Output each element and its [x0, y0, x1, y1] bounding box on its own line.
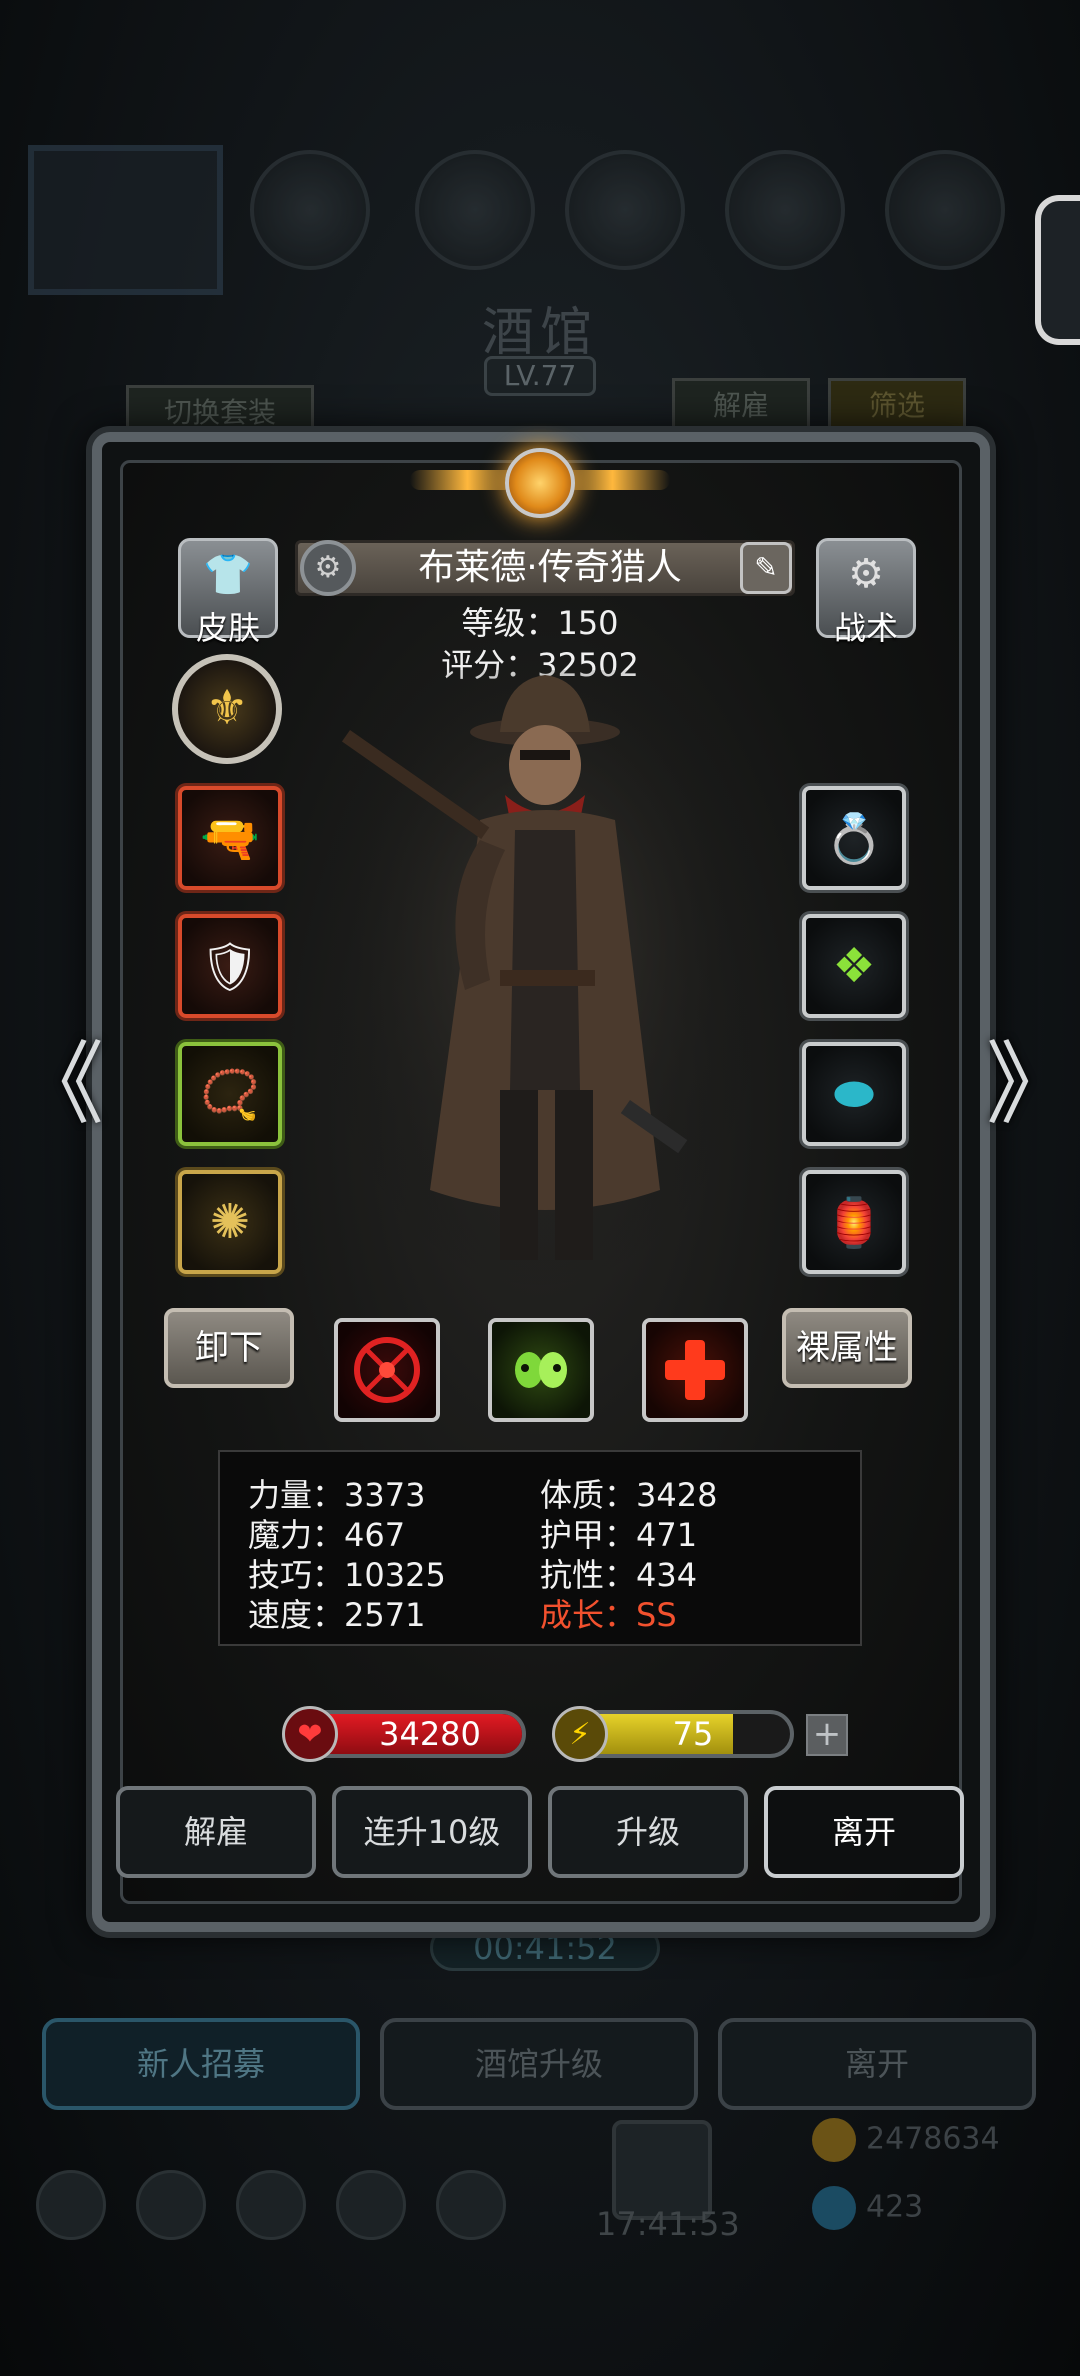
feature-icon-3 — [565, 150, 685, 270]
previous-hero-arrow-icon[interactable]: 《 — [14, 1035, 104, 1135]
red-cross-icon — [665, 1340, 725, 1400]
gear-icon: ⚙ — [848, 551, 884, 597]
skin-label: 皮肤 — [195, 609, 260, 647]
energy-value: 75 — [672, 1715, 714, 1753]
lantern-slot[interactable]: 🏮 — [802, 1170, 906, 1274]
menu-icon-5 — [436, 2170, 506, 2240]
gem-counter: 423 — [812, 2186, 923, 2230]
tactics-label: 战术 — [833, 609, 898, 647]
weapon-slot[interactable]: 🔫 — [178, 786, 282, 890]
add-energy-button[interactable]: + — [806, 1714, 848, 1756]
crystal-slot[interactable]: ❖ — [802, 914, 906, 1018]
skill-slot-2[interactable] — [488, 1318, 594, 1422]
red-target-icon — [354, 1337, 420, 1403]
stat-growth: 成长：SS — [540, 1596, 677, 1634]
gem-icon — [812, 2186, 856, 2230]
stat-speed: 速度：2571 — [248, 1596, 426, 1634]
ring-icon: 💍 — [824, 810, 884, 867]
skill-slot-1[interactable] — [334, 1318, 440, 1422]
level-up-button[interactable]: 升级 — [548, 1786, 748, 1878]
pistol-icon: 🔫 — [200, 810, 260, 867]
hero-portrait — [330, 670, 750, 1290]
tavern-level: LV.77 — [484, 356, 596, 396]
dismiss-button[interactable]: 解雇 — [116, 1786, 316, 1878]
heart-icon: ❤ — [282, 1706, 338, 1762]
coin-icon — [812, 2118, 856, 2162]
tavern-upgrade-button: 酒馆升级 — [380, 2018, 698, 2110]
tavern-title: 酒馆 — [481, 303, 598, 363]
menu-icon-4 — [336, 2170, 406, 2240]
dismiss-tab: 解雇 — [672, 378, 810, 434]
feature-icon-1 — [250, 150, 370, 270]
hero-name: 布莱德·传奇猎人 — [418, 547, 682, 588]
rename-edit-icon[interactable]: ✎ — [740, 542, 792, 594]
top-emblem-icon — [410, 440, 670, 520]
gem-slot[interactable]: ⬬ — [802, 1042, 906, 1146]
lantern-icon: 🏮 — [824, 1194, 884, 1251]
cyan-gem-icon: ⬬ — [833, 1065, 875, 1122]
feature-icon-5 — [885, 150, 1005, 270]
green-crystal-icon: ❖ — [832, 938, 876, 994]
amulet-icon: 📿 — [200, 1066, 260, 1123]
clock-text: 17:41:53 — [596, 2205, 740, 2243]
medallion-icon: ✺ — [209, 1194, 251, 1250]
menu-icon-2 — [136, 2170, 206, 2240]
bare-attributes-button[interactable]: 裸属性 — [782, 1308, 912, 1388]
feature-icon-4 — [725, 150, 845, 270]
tavern-leave-button: 离开 — [718, 2018, 1036, 2110]
shirt-swap-icon: 👕 — [203, 552, 253, 598]
armor-slot[interactable]: 🛡 — [178, 914, 282, 1018]
armor-icon: 🛡 — [199, 938, 261, 995]
hero-settings-icon[interactable]: ⚙ — [300, 540, 356, 596]
next-hero-arrow-icon[interactable]: 》 — [986, 1035, 1076, 1135]
level-up-10-button[interactable]: 连升10级 — [332, 1786, 532, 1878]
amulet-slot[interactable]: 📿 — [178, 1042, 282, 1146]
ring-slot[interactable]: 💍 — [802, 786, 906, 890]
top-feature-icons — [0, 150, 1080, 290]
hp-value: 34280 — [379, 1715, 481, 1753]
feature-icon-2 — [415, 150, 535, 270]
leave-button[interactable]: 离开 — [764, 1786, 964, 1878]
skill-slot-3[interactable] — [642, 1318, 748, 1422]
new-recruit-button: 新人招募 — [42, 2018, 360, 2110]
class-badge-icon[interactable]: ⚜ — [172, 654, 282, 764]
green-skulls-icon — [515, 1352, 567, 1388]
gold-counter: 2478634 — [812, 2118, 1000, 2162]
filter-tab: 筛选 — [828, 378, 966, 434]
menu-icon-1 — [36, 2170, 106, 2240]
unequip-button[interactable]: 卸下 — [164, 1308, 294, 1388]
menu-icon-3 — [236, 2170, 306, 2240]
medallion-slot[interactable]: ✺ — [178, 1170, 282, 1274]
